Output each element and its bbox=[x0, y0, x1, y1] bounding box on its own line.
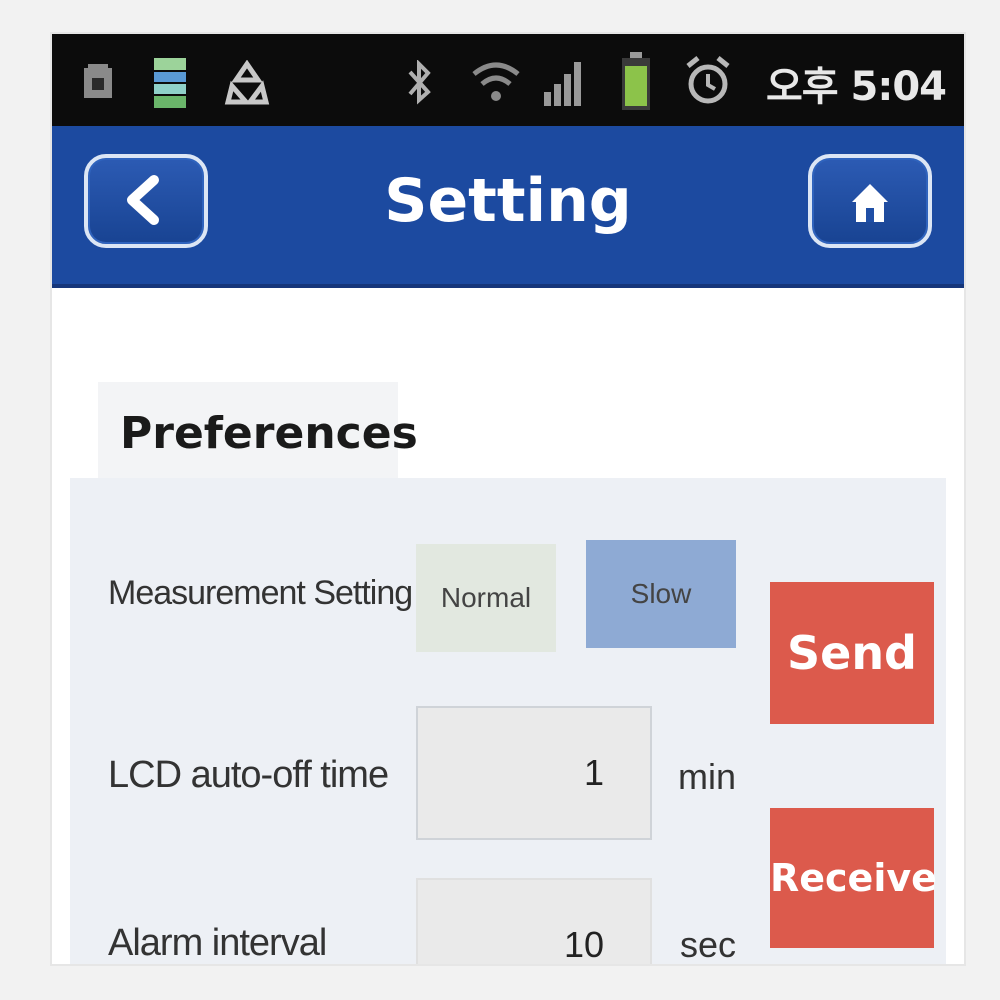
receive-button[interactable]: Receive bbox=[770, 808, 937, 948]
home-button[interactable] bbox=[808, 154, 932, 248]
bluetooth-icon bbox=[408, 60, 431, 105]
measurement-setting-label: Measurement Setting bbox=[108, 574, 413, 612]
signal-icon bbox=[544, 62, 581, 106]
tab-label: Preferences bbox=[120, 408, 418, 459]
normal-option-button[interactable]: Normal bbox=[416, 544, 556, 652]
alarm-interval-label: Alarm interval bbox=[108, 922, 327, 964]
tab-preferences[interactable]: Preferences bbox=[98, 382, 418, 478]
lcd-unit: min bbox=[678, 756, 737, 797]
data-sync-icon bbox=[154, 58, 186, 108]
lcd-auto-off-input[interactable]: 1 bbox=[416, 706, 652, 840]
slow-option-button[interactable]: Slow bbox=[586, 540, 736, 648]
send-button[interactable]: Send bbox=[770, 582, 934, 724]
preferences-panel: Measurement Setting Normal Slow Send LCD… bbox=[70, 478, 946, 964]
app-bar: Setting bbox=[52, 126, 964, 288]
recycle-icon bbox=[224, 60, 270, 105]
alarm-unit: sec bbox=[680, 924, 737, 964]
home-icon bbox=[852, 184, 888, 222]
clock: 오후 5:04 bbox=[765, 64, 947, 110]
battery-icon bbox=[622, 52, 650, 110]
sd-card-icon bbox=[84, 64, 112, 98]
status-bar: 오후 5:04 bbox=[52, 34, 964, 126]
phone-screen: 오후 5:04 Setting Preferences Measurement … bbox=[52, 34, 964, 964]
lcd-auto-off-label: LCD auto-off time bbox=[108, 754, 389, 796]
alarm-icon bbox=[686, 56, 730, 104]
alarm-interval-input[interactable]: 10 bbox=[416, 878, 652, 964]
wifi-icon bbox=[472, 62, 520, 101]
